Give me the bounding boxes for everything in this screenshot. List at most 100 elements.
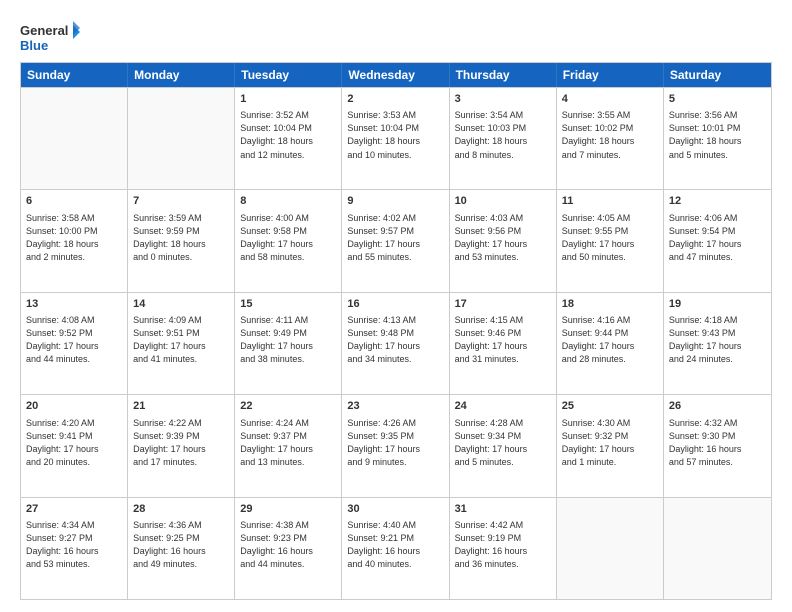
- day-info: Sunrise: 4:40 AM Sunset: 9:21 PM Dayligh…: [347, 519, 443, 571]
- day-number: 21: [133, 399, 229, 414]
- cal-cell-5-1: 27 Sunrise: 4:34 AM Sunset: 9:27 PM Dayli…: [21, 498, 128, 599]
- day-info: Sunrise: 4:26 AM Sunset: 9:35 PM Dayligh…: [347, 417, 443, 469]
- cal-cell-5-7: [664, 498, 771, 599]
- day-info: Sunrise: 4:34 AM Sunset: 9:27 PM Dayligh…: [26, 519, 122, 571]
- day-info: Sunrise: 3:56 AM Sunset: 10:01 PM Daylig…: [669, 109, 766, 161]
- cal-week-5: 27 Sunrise: 4:34 AM Sunset: 9:27 PM Dayli…: [21, 497, 771, 599]
- cal-cell-1-1: [21, 88, 128, 189]
- day-info: Sunrise: 4:13 AM Sunset: 9:48 PM Dayligh…: [347, 314, 443, 366]
- cal-cell-4-3: 22Sunrise: 4:24 AM Sunset: 9:37 PM Dayli…: [235, 395, 342, 496]
- cal-cell-3-6: 18 Sunrise: 4:16 AM Sunset: 9:44 PM Dayli…: [557, 293, 664, 394]
- cal-cell-4-4: 23Sunrise: 4:26 AM Sunset: 9:35 PM Dayli…: [342, 395, 449, 496]
- day-number: 10: [455, 194, 551, 209]
- day-number: 5: [669, 92, 766, 107]
- cal-cell-2-5: 10 Sunrise: 4:03 AM Sunset: 9:56 PM Dayli…: [450, 190, 557, 291]
- cal-week-3: 13 Sunrise: 4:08 AM Sunset: 9:52 PM Dayli…: [21, 292, 771, 394]
- day-number: 8: [240, 194, 336, 209]
- cal-cell-3-3: 15 Sunrise: 4:11 AM Sunset: 9:49 PM Dayli…: [235, 293, 342, 394]
- day-info: Sunrise: 4:36 AM Sunset: 9:25 PM Dayligh…: [133, 519, 229, 571]
- day-number: 20: [26, 399, 122, 414]
- cal-cell-5-4: 30 Sunrise: 4:40 AM Sunset: 9:21 PM Dayli…: [342, 498, 449, 599]
- day-info: Sunrise: 4:28 AM Sunset: 9:34 PM Dayligh…: [455, 417, 551, 469]
- day-number: 19: [669, 297, 766, 312]
- day-info: Sunrise: 3:59 AM Sunset: 9:59 PM Dayligh…: [133, 212, 229, 264]
- logo: General Blue: [20, 20, 80, 56]
- day-info: Sunrise: 4:32 AM Sunset: 9:30 PM Dayligh…: [669, 417, 766, 469]
- day-info: Sunrise: 4:30 AM Sunset: 9:32 PM Dayligh…: [562, 417, 658, 469]
- day-number: 30: [347, 502, 443, 517]
- day-info: Sunrise: 4:06 AM Sunset: 9:54 PM Dayligh…: [669, 212, 766, 264]
- day-number: 4: [562, 92, 658, 107]
- day-info: Sunrise: 4:24 AM Sunset: 9:37 PM Dayligh…: [240, 417, 336, 469]
- cal-cell-5-3: 29 Sunrise: 4:38 AM Sunset: 9:23 PM Dayli…: [235, 498, 342, 599]
- day-info: Sunrise: 4:22 AM Sunset: 9:39 PM Dayligh…: [133, 417, 229, 469]
- cal-cell-2-1: 6Sunrise: 3:58 AM Sunset: 10:00 PM Dayli…: [21, 190, 128, 291]
- day-number: 29: [240, 502, 336, 517]
- cal-cell-3-4: 16Sunrise: 4:13 AM Sunset: 9:48 PM Dayli…: [342, 293, 449, 394]
- day-number: 12: [669, 194, 766, 209]
- cal-cell-1-3: 1 Sunrise: 3:52 AM Sunset: 10:04 PM Dayli…: [235, 88, 342, 189]
- cal-cell-1-4: 2 Sunrise: 3:53 AM Sunset: 10:04 PM Dayli…: [342, 88, 449, 189]
- cal-cell-3-5: 17 Sunrise: 4:15 AM Sunset: 9:46 PM Dayli…: [450, 293, 557, 394]
- day-number: 2: [347, 92, 443, 107]
- cal-header-monday: Monday: [128, 63, 235, 87]
- cal-week-1: 1 Sunrise: 3:52 AM Sunset: 10:04 PM Dayli…: [21, 87, 771, 189]
- day-info: Sunrise: 4:20 AM Sunset: 9:41 PM Dayligh…: [26, 417, 122, 469]
- day-info: Sunrise: 3:52 AM Sunset: 10:04 PM Daylig…: [240, 109, 336, 161]
- day-info: Sunrise: 4:08 AM Sunset: 9:52 PM Dayligh…: [26, 314, 122, 366]
- cal-cell-4-5: 24 Sunrise: 4:28 AM Sunset: 9:34 PM Dayli…: [450, 395, 557, 496]
- day-info: Sunrise: 4:03 AM Sunset: 9:56 PM Dayligh…: [455, 212, 551, 264]
- day-info: Sunrise: 3:58 AM Sunset: 10:00 PM Daylig…: [26, 212, 122, 264]
- cal-cell-5-2: 28Sunrise: 4:36 AM Sunset: 9:25 PM Dayli…: [128, 498, 235, 599]
- cal-cell-4-1: 20 Sunrise: 4:20 AM Sunset: 9:41 PM Dayli…: [21, 395, 128, 496]
- cal-cell-1-2: [128, 88, 235, 189]
- cal-header-tuesday: Tuesday: [235, 63, 342, 87]
- day-info: Sunrise: 4:18 AM Sunset: 9:43 PM Dayligh…: [669, 314, 766, 366]
- cal-week-4: 20 Sunrise: 4:20 AM Sunset: 9:41 PM Dayli…: [21, 394, 771, 496]
- day-number: 13: [26, 297, 122, 312]
- cal-cell-4-7: 26 Sunrise: 4:32 AM Sunset: 9:30 PM Dayli…: [664, 395, 771, 496]
- cal-cell-4-2: 21 Sunrise: 4:22 AM Sunset: 9:39 PM Dayli…: [128, 395, 235, 496]
- cal-header-saturday: Saturday: [664, 63, 771, 87]
- day-number: 31: [455, 502, 551, 517]
- cal-header-thursday: Thursday: [450, 63, 557, 87]
- day-info: Sunrise: 4:11 AM Sunset: 9:49 PM Dayligh…: [240, 314, 336, 366]
- cal-cell-3-7: 19 Sunrise: 4:18 AM Sunset: 9:43 PM Dayli…: [664, 293, 771, 394]
- cal-cell-2-6: 11 Sunrise: 4:05 AM Sunset: 9:55 PM Dayli…: [557, 190, 664, 291]
- day-number: 24: [455, 399, 551, 414]
- day-number: 3: [455, 92, 551, 107]
- day-info: Sunrise: 3:54 AM Sunset: 10:03 PM Daylig…: [455, 109, 551, 161]
- cal-cell-1-6: 4 Sunrise: 3:55 AM Sunset: 10:02 PM Dayli…: [557, 88, 664, 189]
- day-info: Sunrise: 4:16 AM Sunset: 9:44 PM Dayligh…: [562, 314, 658, 366]
- calendar-header: SundayMondayTuesdayWednesdayThursdayFrid…: [21, 63, 771, 87]
- calendar-body: 1 Sunrise: 3:52 AM Sunset: 10:04 PM Dayli…: [21, 87, 771, 599]
- cal-header-sunday: Sunday: [21, 63, 128, 87]
- day-number: 9: [347, 194, 443, 209]
- cal-cell-5-5: 31 Sunrise: 4:42 AM Sunset: 9:19 PM Dayli…: [450, 498, 557, 599]
- cal-week-2: 6Sunrise: 3:58 AM Sunset: 10:00 PM Dayli…: [21, 189, 771, 291]
- day-number: 18: [562, 297, 658, 312]
- day-info: Sunrise: 4:42 AM Sunset: 9:19 PM Dayligh…: [455, 519, 551, 571]
- day-number: 14: [133, 297, 229, 312]
- logo-svg: General Blue: [20, 20, 80, 56]
- day-info: Sunrise: 4:38 AM Sunset: 9:23 PM Dayligh…: [240, 519, 336, 571]
- day-info: Sunrise: 3:55 AM Sunset: 10:02 PM Daylig…: [562, 109, 658, 161]
- day-number: 26: [669, 399, 766, 414]
- day-number: 27: [26, 502, 122, 517]
- day-info: Sunrise: 4:00 AM Sunset: 9:58 PM Dayligh…: [240, 212, 336, 264]
- cal-cell-5-6: [557, 498, 664, 599]
- day-info: Sunrise: 3:53 AM Sunset: 10:04 PM Daylig…: [347, 109, 443, 161]
- cal-cell-1-5: 3 Sunrise: 3:54 AM Sunset: 10:03 PM Dayli…: [450, 88, 557, 189]
- calendar: SundayMondayTuesdayWednesdayThursdayFrid…: [20, 62, 772, 600]
- cal-cell-2-2: 7Sunrise: 3:59 AM Sunset: 9:59 PM Daylig…: [128, 190, 235, 291]
- day-number: 15: [240, 297, 336, 312]
- day-number: 17: [455, 297, 551, 312]
- page: General Blue SundayMondayTuesdayWednesda…: [0, 0, 792, 612]
- day-info: Sunrise: 4:15 AM Sunset: 9:46 PM Dayligh…: [455, 314, 551, 366]
- cal-cell-4-6: 25Sunrise: 4:30 AM Sunset: 9:32 PM Dayli…: [557, 395, 664, 496]
- cal-cell-2-4: 9Sunrise: 4:02 AM Sunset: 9:57 PM Daylig…: [342, 190, 449, 291]
- day-number: 11: [562, 194, 658, 209]
- day-number: 1: [240, 92, 336, 107]
- day-info: Sunrise: 4:05 AM Sunset: 9:55 PM Dayligh…: [562, 212, 658, 264]
- cal-cell-1-7: 5 Sunrise: 3:56 AM Sunset: 10:01 PM Dayli…: [664, 88, 771, 189]
